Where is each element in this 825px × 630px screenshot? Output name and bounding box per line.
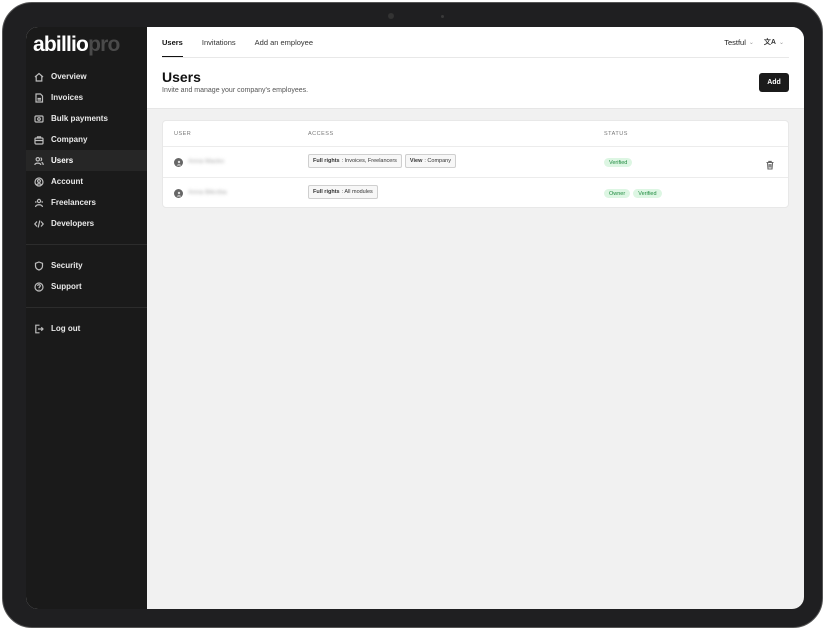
sidebar-item-label: Log out (51, 324, 81, 333)
status-badges: Verified (604, 158, 633, 167)
payments-icon (34, 114, 44, 124)
logout-icon (34, 324, 44, 334)
home-icon (34, 72, 44, 82)
sidebar: abillio pro Overview Invoices Bulk paymen… (26, 27, 147, 609)
page-title: Users (162, 69, 201, 85)
access-scope: : Invoices, Freelancers (341, 158, 397, 164)
sidebar-nav: Overview Invoices Bulk payments Company … (26, 66, 147, 339)
logo-brand: abillio (33, 33, 89, 56)
sidebar-item-label: Users (51, 156, 74, 165)
sidebar-item-label: Developers (51, 219, 95, 228)
sidebar-item-label: Overview (51, 72, 87, 81)
sidebar-divider (26, 307, 147, 308)
user-name: Anna Macko (188, 158, 225, 165)
tab-users[interactable]: Users (162, 27, 183, 57)
sidebar-item-label: Invoices (51, 93, 84, 102)
sidebar-item-label: Support (51, 282, 82, 291)
trash-icon[interactable] (765, 157, 775, 170)
tab-invitations[interactable]: Invitations (202, 27, 236, 57)
freelancers-icon (34, 198, 44, 208)
page-header: Users Invitations Add an employee Testfu… (147, 27, 804, 109)
avatar (174, 189, 183, 198)
translate-icon: 文A (763, 39, 776, 46)
screen: abillio pro Overview Invoices Bulk paymen… (26, 27, 804, 609)
sidebar-item-freelancers[interactable]: Freelancers (26, 192, 147, 213)
sidebar-item-label: Bulk payments (51, 114, 108, 123)
users-icon (34, 156, 44, 166)
sidebar-item-bulk-payments[interactable]: Bulk payments (26, 108, 147, 129)
logo-suffix: pro (88, 33, 120, 56)
access-scope: : Company (424, 158, 451, 164)
sidebar-item-label: Company (51, 135, 88, 144)
company-name: Testful (724, 37, 746, 47)
company-switcher[interactable]: Testful ⌄ (724, 38, 754, 47)
logo[interactable]: abillio pro (33, 33, 120, 57)
sidebar-item-security[interactable]: Security (26, 255, 147, 276)
account-icon (34, 176, 44, 187)
sidebar-item-overview[interactable]: Overview (26, 66, 147, 87)
access-chips: Full rights: Invoices, Freelancers View:… (308, 154, 456, 168)
access-scope: : All modules (341, 189, 373, 195)
help-icon (34, 281, 44, 292)
sidebar-divider (26, 244, 147, 245)
access-chip: Full rights: All modules (308, 185, 378, 199)
table-header: USER ACCESS STATUS (163, 121, 788, 147)
tab-add-employee[interactable]: Add an employee (255, 27, 313, 57)
sidebar-item-invoices[interactable]: Invoices (26, 87, 147, 108)
language-switcher[interactable]: 文A ⌄ (764, 37, 784, 47)
chevron-down-icon: ⌄ (748, 39, 754, 46)
access-chip: View: Company (404, 154, 456, 168)
tablet-frame: abillio pro Overview Invoices Bulk paymen… (2, 2, 823, 628)
top-right-controls: Testful ⌄ 文A ⌄ (724, 37, 784, 47)
sidebar-item-label: Security (51, 261, 83, 270)
sidebar-item-support[interactable]: Support (26, 276, 147, 297)
access-level: Full rights (313, 158, 340, 164)
sidebar-item-logout[interactable]: Log out (26, 318, 147, 339)
table-row[interactable]: Anna Macko Full rights: Invoices, Freela… (163, 147, 788, 178)
access-level: Full rights (313, 189, 340, 195)
access-level: View (409, 158, 423, 164)
column-header-status: STATUS (604, 131, 628, 137)
status-badges: Owner Verified (604, 189, 662, 198)
tab-bar: Users Invitations Add an employee (162, 27, 332, 57)
status-badge: Owner (604, 189, 631, 198)
status-badge: Verified (604, 158, 633, 167)
users-table: USER ACCESS STATUS Anna Macko Full right… (162, 120, 789, 208)
avatar (174, 158, 183, 167)
sidebar-item-developers[interactable]: Developers (26, 213, 147, 234)
camera-icon (388, 13, 394, 19)
shield-icon (34, 260, 44, 271)
add-user-button[interactable]: Add (759, 73, 789, 92)
sidebar-item-account[interactable]: Account (26, 171, 147, 192)
briefcase-icon (34, 135, 44, 145)
column-header-access: ACCESS (308, 131, 334, 137)
chevron-down-icon: ⌄ (778, 39, 784, 46)
page-subtitle: Invite and manage your company's employe… (162, 87, 309, 94)
tab-divider (162, 57, 789, 58)
status-badge: Verified (633, 189, 662, 198)
sidebar-item-company[interactable]: Company (26, 129, 147, 150)
user-name: Anna Bikrzba (188, 189, 227, 196)
column-header-user: USER (174, 131, 192, 137)
access-chip: Full rights: Invoices, Freelancers (308, 154, 402, 168)
sensor-dot (441, 15, 444, 18)
table-row[interactable]: Anna Bikrzba Full rights: All modules Ow… (163, 178, 788, 209)
sidebar-item-label: Account (51, 177, 83, 186)
code-icon (34, 219, 44, 229)
document-icon (34, 92, 44, 103)
main-content: Users Invitations Add an employee Testfu… (147, 27, 804, 609)
sidebar-item-label: Freelancers (51, 198, 96, 207)
sidebar-item-users[interactable]: Users (26, 150, 147, 171)
access-chips: Full rights: All modules (308, 185, 378, 199)
